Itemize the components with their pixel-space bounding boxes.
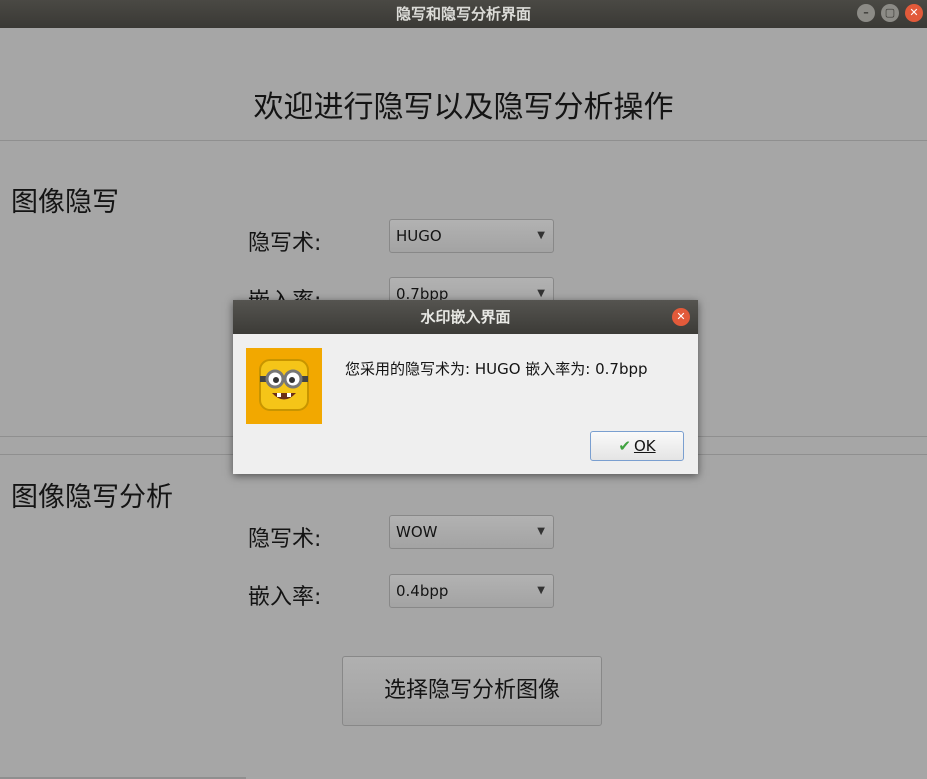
window-titlebar: 隐写和隐写分析界面 – ▢ ✕ — [0, 0, 927, 28]
analysis-section-title: 图像隐写分析 — [11, 482, 173, 513]
stego-method-select[interactable]: HUGO ▼ — [389, 219, 554, 253]
watermark-dialog: 水印嵌入界面 ✕ 您采用的隐写术为: HUGO 嵌入率为: 0.7bpp ✔ OK — [233, 300, 698, 474]
ok-button[interactable]: ✔ OK — [590, 431, 684, 461]
analysis-method-value: WOW — [396, 523, 438, 541]
stego-section-title: 图像隐写 — [11, 187, 119, 218]
dialog-close-button[interactable]: ✕ — [672, 308, 690, 326]
ok-label: OK — [633, 437, 656, 455]
stego-method-value: HUGO — [396, 227, 442, 245]
dialog-titlebar: 水印嵌入界面 ✕ — [233, 300, 698, 334]
close-button[interactable]: ✕ — [905, 4, 923, 22]
chevron-down-icon: ▼ — [537, 230, 545, 241]
minion-icon — [246, 348, 322, 424]
minimize-button[interactable]: – — [857, 4, 875, 22]
maximize-button[interactable]: ▢ — [881, 4, 899, 22]
dialog-title: 水印嵌入界面 — [420, 308, 511, 326]
check-icon: ✔ — [618, 437, 631, 455]
stego-method-label: 隐写术: — [248, 231, 322, 256]
chevron-down-icon: ▼ — [537, 526, 545, 537]
select-analysis-image-button[interactable]: 选择隐写分析图像 — [342, 656, 602, 726]
dialog-message: 您采用的隐写术为: HUGO 嵌入率为: 0.7bpp — [345, 360, 648, 378]
window-title: 隐写和隐写分析界面 — [395, 5, 531, 23]
welcome-heading: 欢迎进行隐写以及隐写分析操作 — [253, 90, 674, 125]
chevron-down-icon: ▼ — [537, 585, 545, 596]
analysis-rate-value: 0.4bpp — [396, 582, 449, 600]
analysis-rate-select[interactable]: 0.4bpp ▼ — [389, 574, 554, 608]
analysis-method-label: 隐写术: — [248, 527, 322, 552]
analysis-method-select[interactable]: WOW ▼ — [389, 515, 554, 549]
divider — [0, 140, 927, 141]
analysis-rate-label: 嵌入率: — [248, 585, 322, 610]
